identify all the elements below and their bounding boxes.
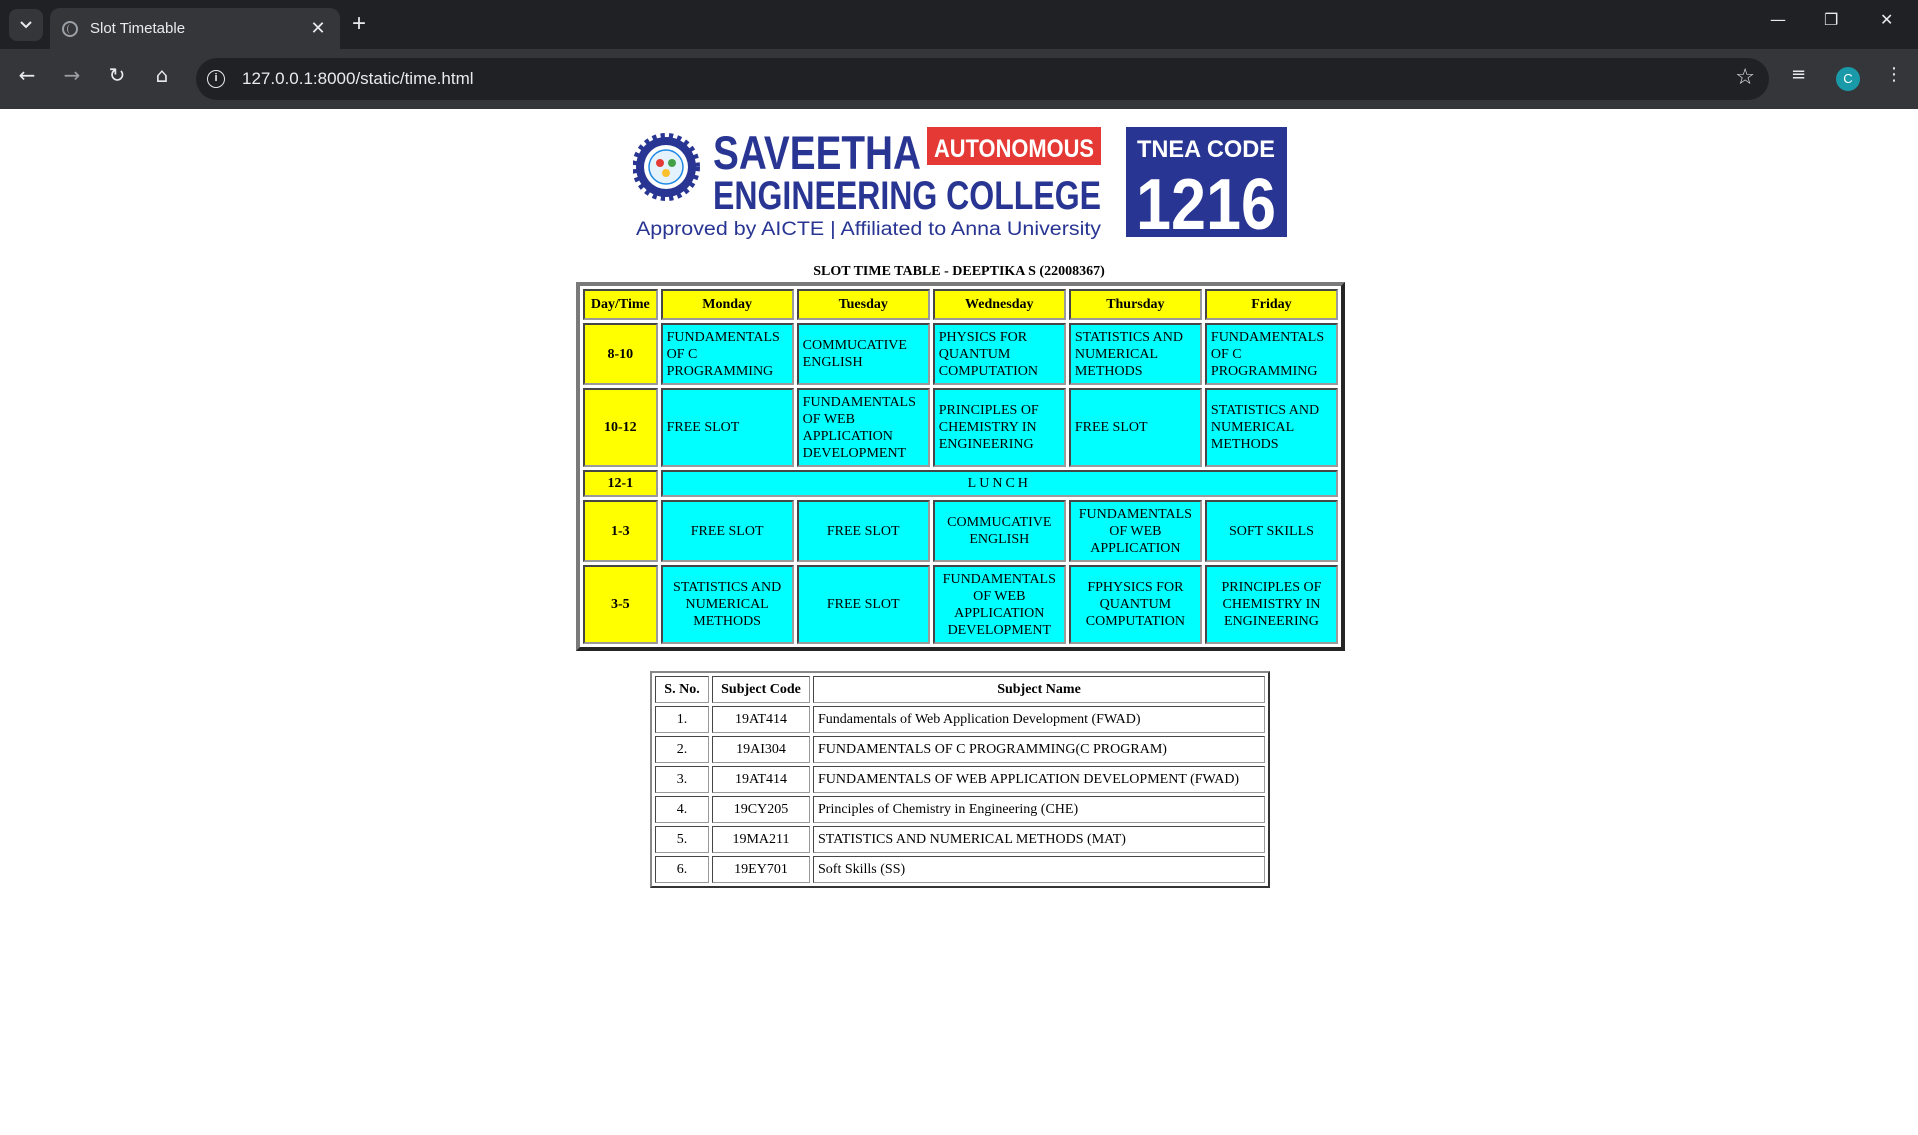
tab-strip: Slot Timetable ✕ + — ❐ ✕ (0, 0, 1918, 49)
page-title: SLOT TIME TABLE - DEEPTIKA S (22008367) (813, 264, 1105, 279)
class-cell: FUNDAMENTALS OF C PROGRAMMING (1204, 323, 1338, 385)
new-tab-icon[interactable]: + (352, 10, 366, 38)
subject-code-cell: 19AT414 (712, 766, 810, 793)
subject-name-cell: Principles of Chemistry in Engineering (… (813, 796, 1265, 823)
subject-name-cell: FUNDAMENTALS OF WEB APPLICATION DEVELOPM… (813, 766, 1265, 793)
table-row: 10-12 FREE SLOT FUNDAMENTALS OF WEB APPL… (583, 388, 1338, 467)
slot-timetable: Day/Time Monday Tuesday Wednesday Thursd… (576, 282, 1345, 651)
time-slot-cell: 3-5 (583, 565, 658, 644)
header-cell: Thursday (1068, 289, 1202, 320)
class-cell: STATISTICS AND NUMERICAL METHODS (1204, 388, 1338, 467)
window-close-icon[interactable]: ✕ (1880, 10, 1893, 29)
subject-name-cell: STATISTICS AND NUMERICAL METHODS (MAT) (813, 826, 1265, 853)
class-cell: COMMUCATIVE ENGLISH (796, 323, 930, 385)
class-cell: FUNDAMENTALS OF WEB APPLICATION (1068, 500, 1202, 562)
subject-header-row: S. No. Subject Code Subject Name (655, 676, 1265, 703)
class-cell: STATISTICS AND NUMERICAL METHODS (660, 565, 794, 644)
page-content: SAVEETHA AUTONOMOUS ENGINEERING COLLEGE … (0, 109, 1918, 1135)
serial-cell: 6. (655, 856, 709, 883)
header-cell: Subject Name (813, 676, 1265, 703)
address-bar[interactable]: i 127.0.0.1:8000/static/time.html ☆ (196, 58, 1769, 100)
class-cell: FPHYSICS FOR QUANTUM COMPUTATION (1068, 565, 1202, 644)
class-cell: FUNDAMENTALS OF WEB APPLICATION DEVELOPM… (932, 565, 1066, 644)
menu-icon[interactable]: ⋮ (1885, 64, 1903, 85)
tab-title: Slot Timetable (90, 20, 186, 37)
class-cell: COMMUCATIVE ENGLISH (932, 500, 1066, 562)
table-row: 5. 19MA211 STATISTICS AND NUMERICAL METH… (655, 826, 1265, 853)
table-row: 6. 19EY701 Soft Skills (SS) (655, 856, 1265, 883)
back-icon[interactable]: ← (12, 63, 42, 87)
media-icon[interactable]: ≡ (1791, 64, 1806, 85)
header-cell: Wednesday (932, 289, 1066, 320)
svg-text:Approved by AICTE | Affiliated: Approved by AICTE | Affiliated to Anna U… (636, 219, 1102, 240)
svg-text:ENGINEERING COLLEGE: ENGINEERING COLLEGE (713, 174, 1101, 218)
minimize-icon[interactable]: — (1770, 10, 1786, 29)
serial-cell: 5. (655, 826, 709, 853)
subject-code-cell: 19MA211 (712, 826, 810, 853)
class-cell: STATISTICS AND NUMERICAL METHODS (1068, 323, 1202, 385)
browser-toolbar: ← → ↻ ⌂ i 127.0.0.1:8000/static/time.htm… (0, 49, 1918, 109)
timetable-header-row: Day/Time Monday Tuesday Wednesday Thursd… (583, 289, 1338, 320)
time-slot-cell: 10-12 (583, 388, 658, 467)
header-cell: Monday (660, 289, 794, 320)
class-cell: FUNDAMENTALS OF WEB APPLICATION DEVELOPM… (796, 388, 930, 467)
globe-icon (62, 20, 78, 37)
header-cell: Subject Code (712, 676, 810, 703)
class-cell: FUNDAMENTALS OF C PROGRAMMING (660, 323, 794, 385)
table-row: 1-3 FREE SLOT FREE SLOT COMMUCATIVE ENGL… (583, 500, 1338, 562)
time-slot-cell: 1-3 (583, 500, 658, 562)
svg-text:SAVEETHA: SAVEETHA (713, 126, 921, 179)
class-cell: FREE SLOT (660, 388, 794, 467)
svg-text:1216: 1216 (1136, 165, 1276, 240)
site-info-icon[interactable]: i (207, 70, 225, 88)
subject-name-cell: Fundamentals of Web Application Developm… (813, 706, 1265, 733)
college-logo: SAVEETHA AUTONOMOUS ENGINEERING COLLEGE … (633, 126, 1287, 240)
bookmark-star-icon[interactable]: ☆ (1735, 65, 1755, 90)
serial-cell: 3. (655, 766, 709, 793)
header-cell: Friday (1204, 289, 1338, 320)
tab-search-icon[interactable] (9, 9, 43, 41)
header-cell: S. No. (655, 676, 709, 703)
svg-text:TNEA CODE: TNEA CODE (1137, 136, 1275, 163)
home-icon[interactable]: ⌂ (147, 63, 177, 87)
time-slot-cell: 8-10 (583, 323, 658, 385)
time-slot-cell: 12-1 (583, 470, 658, 497)
serial-cell: 2. (655, 736, 709, 763)
class-cell: FREE SLOT (1068, 388, 1202, 467)
class-cell: PHYSICS FOR QUANTUM COMPUTATION (932, 323, 1066, 385)
header-cell: Day/Time (583, 289, 658, 320)
class-cell: FREE SLOT (796, 565, 930, 644)
close-icon[interactable]: ✕ (306, 18, 330, 39)
url-text[interactable]: 127.0.0.1:8000/static/time.html (242, 69, 474, 89)
table-row: 2. 19AI304 FUNDAMENTALS OF C PROGRAMMING… (655, 736, 1265, 763)
subject-name-cell: Soft Skills (SS) (813, 856, 1265, 883)
subject-code-cell: 19EY701 (712, 856, 810, 883)
subject-code-cell: 19AT414 (712, 706, 810, 733)
forward-icon[interactable]: → (57, 63, 87, 87)
table-row: 4. 19CY205 Principles of Chemistry in En… (655, 796, 1265, 823)
svg-text:AUTONOMOUS: AUTONOMOUS (934, 135, 1094, 163)
subject-name-cell: FUNDAMENTALS OF C PROGRAMMING(C PROGRAM) (813, 736, 1265, 763)
serial-cell: 1. (655, 706, 709, 733)
class-cell: PRINCIPLES OF CHEMISTRY IN ENGINEERING (1204, 565, 1338, 644)
class-cell: FREE SLOT (796, 500, 930, 562)
table-row: 1. 19AT414 Fundamentals of Web Applicati… (655, 706, 1265, 733)
subject-code-cell: 19AI304 (712, 736, 810, 763)
reload-icon[interactable]: ↻ (102, 63, 132, 87)
class-cell: PRINCIPLES OF CHEMISTRY IN ENGINEERING (932, 388, 1066, 467)
active-tab[interactable]: Slot Timetable ✕ (50, 8, 340, 49)
table-row: 3-5 STATISTICS AND NUMERICAL METHODS FRE… (583, 565, 1338, 644)
restore-icon[interactable]: ❐ (1824, 10, 1838, 29)
avatar[interactable]: C (1836, 67, 1860, 91)
table-row: 8-10 FUNDAMENTALS OF C PROGRAMMING COMMU… (583, 323, 1338, 385)
table-row: 3. 19AT414 FUNDAMENTALS OF WEB APPLICATI… (655, 766, 1265, 793)
header-cell: Tuesday (796, 289, 930, 320)
class-cell: SOFT SKILLS (1204, 500, 1338, 562)
lunch-row: 12-1 LUNCH (583, 470, 1338, 497)
serial-cell: 4. (655, 796, 709, 823)
lunch-cell: LUNCH (660, 470, 1338, 497)
class-cell: FREE SLOT (660, 500, 794, 562)
subject-code-cell: 19CY205 (712, 796, 810, 823)
subject-table: S. No. Subject Code Subject Name 1. 19AT… (650, 671, 1270, 888)
